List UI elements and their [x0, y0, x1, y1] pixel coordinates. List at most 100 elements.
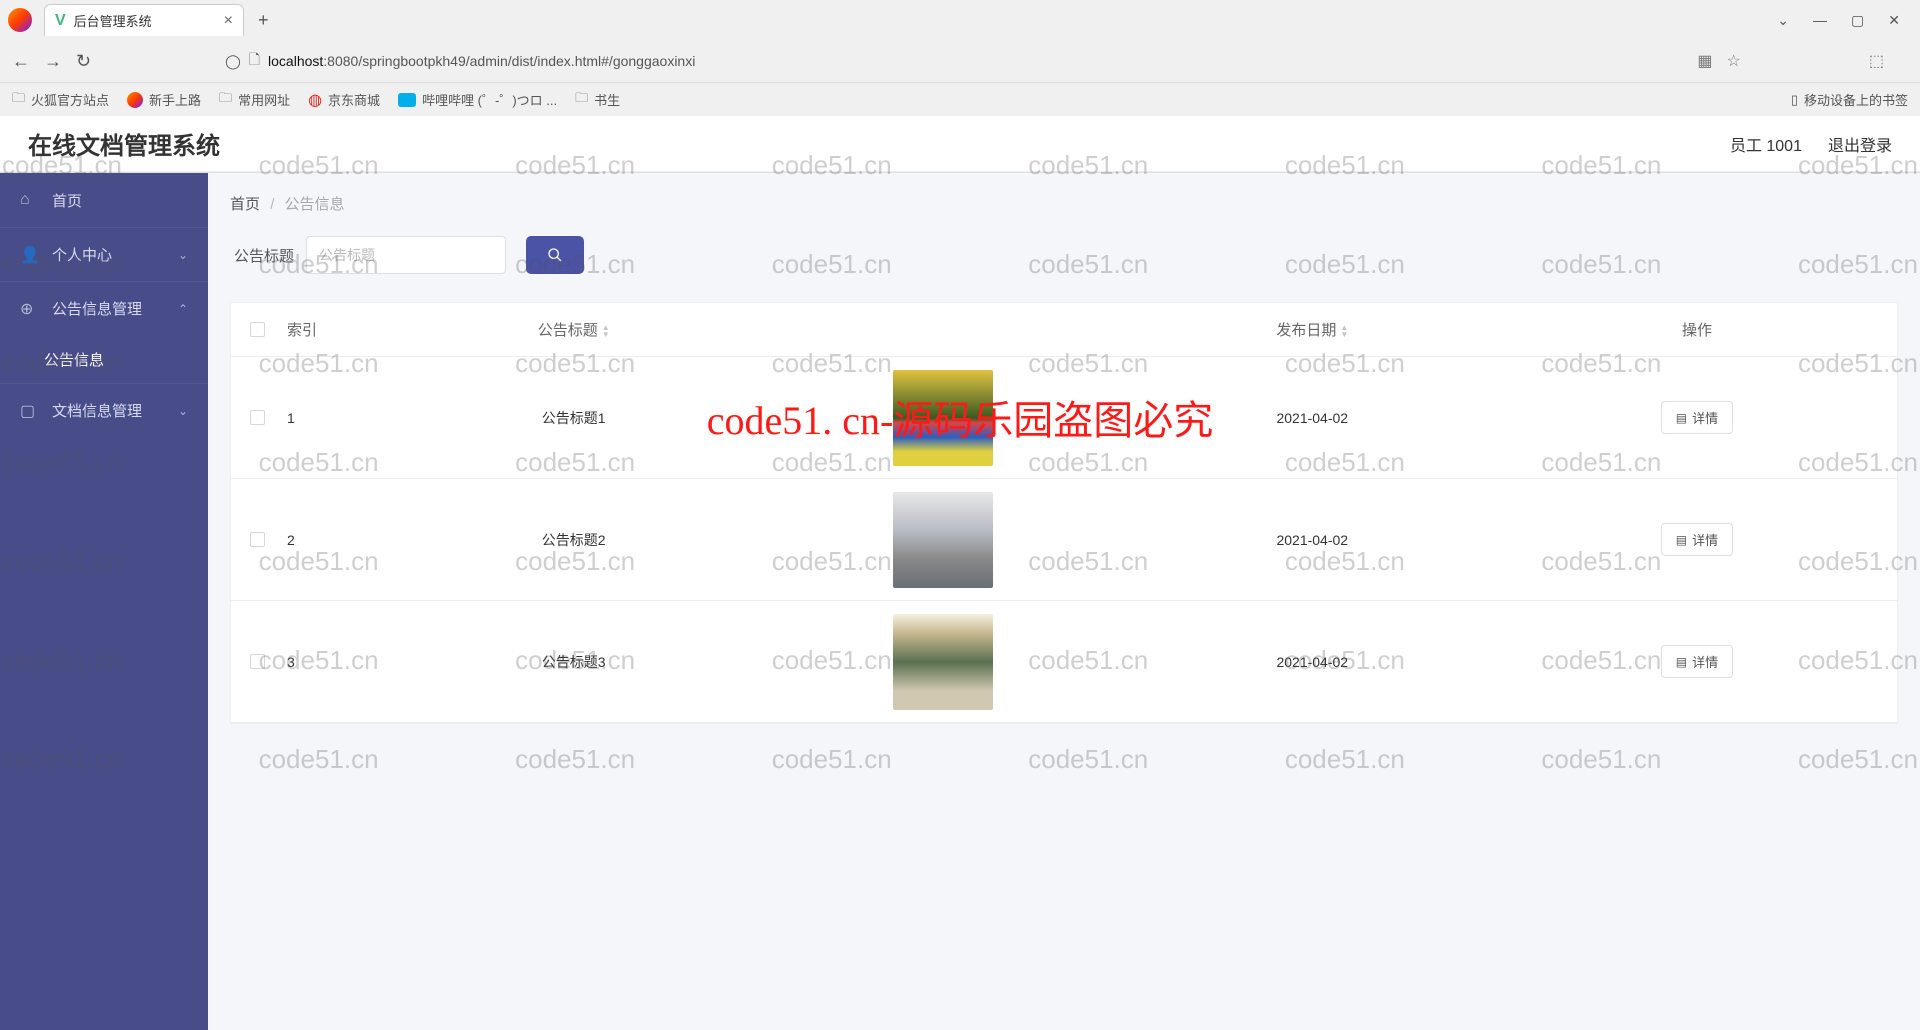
jd-icon: ◍: [308, 90, 322, 110]
user-icon: 👤: [20, 245, 38, 265]
main-content: 首页 / 公告信息 公告标题 索引 公告标题▲▼ 发布日期▲▼ 操作: [208, 173, 1920, 1030]
cell-thumbnail[interactable]: [893, 370, 993, 466]
sidebar-item-label: 公告信息: [44, 349, 104, 370]
home-icon: ⌂: [20, 191, 38, 209]
sort-icon: ▲▼: [602, 324, 610, 338]
bookmark-item[interactable]: 哔哩哔哩 (゜-゜)つロ ...: [398, 90, 557, 109]
mobile-bookmarks[interactable]: ▯移动设备上的书签: [1791, 90, 1908, 109]
app-title: 在线文档管理系统: [28, 126, 220, 161]
sidebar-subitem-announce-info[interactable]: 公告信息: [0, 335, 208, 383]
bookmark-item[interactable]: 🗀常用网址: [219, 89, 290, 111]
filter-label: 公告标题: [234, 245, 294, 266]
cell-index: 2: [283, 532, 389, 548]
cell-thumbnail[interactable]: [893, 492, 993, 588]
forward-icon[interactable]: →: [44, 51, 62, 72]
qr-icon[interactable]: ▦: [1697, 51, 1712, 71]
reload-icon[interactable]: ↻: [76, 51, 91, 72]
chevron-down-icon: ⌄: [178, 404, 188, 418]
globe-icon: ⊕: [20, 299, 38, 319]
breadcrumb-separator: /: [270, 196, 274, 213]
cell-index: 1: [283, 410, 389, 426]
table-header: 索引 公告标题▲▼ 发布日期▲▼ 操作: [231, 303, 1897, 357]
browser-chrome: V 后台管理系统 × + ⌄ — ▢ ✕ ← → ↻ ◯ 🗋 localhost…: [0, 0, 1920, 117]
cell-date: 2021-04-02: [1128, 532, 1497, 548]
bookmark-item[interactable]: 新手上路: [127, 90, 201, 109]
sidebar-item-announce[interactable]: ⊕ 公告信息管理 ⌃: [0, 281, 208, 335]
list-icon: ▤: [1676, 533, 1687, 547]
sidebar-item-label: 公告信息管理: [52, 298, 142, 319]
app: 在线文档管理系统 员工 1001 退出登录 ⌂ 首页 👤 个人中心 ⌄ ⊕ 公告…: [0, 116, 1920, 1030]
star-icon[interactable]: ☆: [1727, 51, 1741, 71]
bookmarks-bar: 🗀火狐官方站点 新手上路 🗀常用网址 ◍京东商城 哔哩哔哩 (゜-゜)つロ ..…: [0, 82, 1920, 116]
chevron-down-icon: ⌄: [178, 248, 188, 262]
breadcrumb: 首页 / 公告信息: [230, 193, 1898, 214]
cell-date: 2021-04-02: [1128, 410, 1497, 426]
url-field[interactable]: ◯ 🗋 localhost:8080/springbootpkh49/admin…: [225, 49, 1225, 73]
chevron-down-icon[interactable]: ⌄: [1777, 12, 1789, 29]
table-row: 1 公告标题1 2021-04-02 ▤详情: [231, 357, 1897, 479]
maximize-icon[interactable]: ▢: [1851, 12, 1864, 29]
breadcrumb-current: 公告信息: [285, 196, 345, 213]
cell-title: 公告标题3: [389, 652, 758, 672]
current-user[interactable]: 员工 1001: [1730, 132, 1802, 156]
breadcrumb-home[interactable]: 首页: [230, 196, 260, 213]
bilibili-icon: [398, 93, 416, 107]
sidebar-item-documents[interactable]: ▢ 文档信息管理 ⌄: [0, 383, 208, 437]
col-date[interactable]: 发布日期▲▼: [1128, 319, 1497, 340]
filter-row: 公告标题: [230, 236, 1898, 274]
search-button[interactable]: [526, 236, 584, 274]
select-all-checkbox[interactable]: [250, 322, 265, 337]
cell-date: 2021-04-02: [1128, 654, 1497, 670]
list-icon: ▤: [1676, 655, 1687, 669]
sidebar-item-home[interactable]: ⌂ 首页: [0, 173, 208, 227]
search-icon: [547, 247, 563, 263]
close-window-icon[interactable]: ✕: [1888, 12, 1900, 29]
doc-icon: ▢: [20, 401, 38, 421]
detail-button[interactable]: ▤详情: [1661, 645, 1733, 678]
table-row: 3 公告标题3 2021-04-02 ▤详情: [231, 601, 1897, 723]
tab-bar: V 后台管理系统 × + ⌄ — ▢ ✕: [0, 0, 1920, 40]
announce-table: 索引 公告标题▲▼ 发布日期▲▼ 操作 1 公告标题1 2021-04-02 ▤…: [230, 302, 1898, 724]
logout-link[interactable]: 退出登录: [1828, 132, 1892, 156]
minimize-icon[interactable]: —: [1813, 12, 1827, 29]
table-row: 2 公告标题2 2021-04-02 ▤详情: [231, 479, 1897, 601]
sort-icon: ▲▼: [1340, 324, 1348, 338]
cell-thumbnail[interactable]: [893, 614, 993, 710]
app-header: 在线文档管理系统 员工 1001 退出登录: [0, 116, 1920, 172]
col-operation: 操作: [1497, 319, 1897, 340]
cell-title: 公告标题1: [389, 408, 758, 428]
shield-icon: ◯: [225, 53, 241, 70]
close-icon[interactable]: ×: [224, 12, 233, 30]
col-index: 索引: [283, 319, 389, 340]
browser-tab[interactable]: V 后台管理系统 ×: [44, 4, 244, 36]
cell-title: 公告标题2: [389, 530, 758, 550]
row-checkbox[interactable]: [250, 410, 265, 425]
list-icon: ▤: [1676, 411, 1687, 425]
sidebar: ⌂ 首页 👤 个人中心 ⌄ ⊕ 公告信息管理 ⌃ 公告信息 ▢ 文档信息管理 ⌄: [0, 173, 208, 1030]
chevron-up-icon: ⌃: [178, 302, 188, 316]
detail-button[interactable]: ▤详情: [1661, 523, 1733, 556]
row-checkbox[interactable]: [250, 654, 265, 669]
back-icon[interactable]: ←: [12, 51, 30, 72]
window-controls: ⌄ — ▢ ✕: [1777, 12, 1912, 29]
bookmark-item[interactable]: 🗀书生: [575, 89, 620, 111]
bookmark-item[interactable]: ◍京东商城: [308, 90, 380, 110]
sidebar-item-label: 文档信息管理: [52, 400, 142, 421]
address-bar: ← → ↻ ◯ 🗋 localhost:8080/springbootpkh49…: [0, 40, 1920, 82]
sidebar-item-label: 个人中心: [52, 244, 112, 265]
filter-title-input[interactable]: [306, 236, 506, 274]
tab-title: 后台管理系统: [74, 11, 152, 30]
sidebar-item-profile[interactable]: 👤 个人中心 ⌄: [0, 227, 208, 281]
new-tab-button[interactable]: +: [248, 10, 279, 31]
col-title[interactable]: 公告标题▲▼: [389, 319, 758, 340]
vue-icon: V: [55, 12, 66, 30]
extensions-icon[interactable]: ⬚: [1869, 51, 1884, 71]
lock-icon: 🗋: [249, 49, 260, 73]
firefox-logo-icon: [8, 8, 32, 32]
row-checkbox[interactable]: [250, 532, 265, 547]
sidebar-item-label: 首页: [52, 190, 82, 211]
bookmark-item[interactable]: 🗀火狐官方站点: [12, 89, 109, 111]
firefox-mini-icon: [127, 92, 143, 108]
detail-button[interactable]: ▤详情: [1661, 401, 1733, 434]
mobile-icon: ▯: [1791, 92, 1798, 108]
